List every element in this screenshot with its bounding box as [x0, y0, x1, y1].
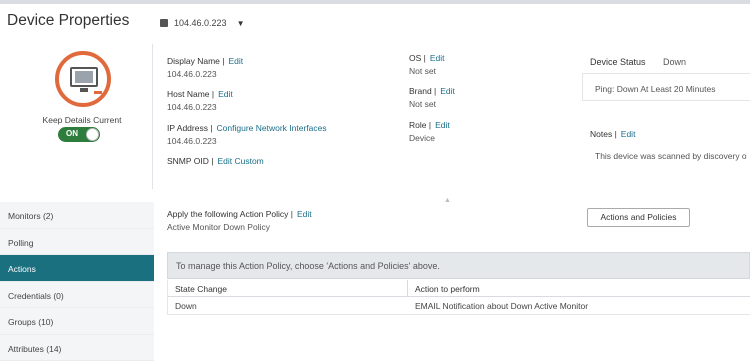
host-name-value: 104.46.0.223 — [167, 102, 217, 112]
brand-edit-link[interactable]: Edit — [440, 86, 455, 96]
device-selector-value: 104.46.0.223 — [174, 18, 227, 28]
display-name-label: Display Name | Edit — [167, 56, 244, 66]
sidebar-item-actions[interactable]: Actions — [0, 255, 154, 282]
column-header-state-change: State Change — [168, 280, 408, 296]
status-message: Ping: Down At Least 20 Minutes — [595, 84, 716, 94]
keep-details-label: Keep Details Current — [42, 115, 122, 125]
down-status-icon — [94, 91, 102, 94]
sidebar-item-monitors[interactable]: Monitors (2) — [0, 202, 154, 229]
sidebar-item-groups[interactable]: Groups (10) — [0, 308, 154, 335]
notes-edit-link[interactable]: Edit — [621, 129, 636, 139]
chevron-down-icon[interactable]: ▼ — [237, 19, 245, 28]
device-selector[interactable]: 104.46.0.223 ▼ — [160, 18, 244, 28]
sidebar-item-polling[interactable]: Polling — [0, 229, 154, 255]
top-bar — [0, 0, 750, 4]
keep-details-toggle[interactable]: ON — [58, 127, 100, 142]
notes-text: This device was scanned by discovery o — [595, 151, 747, 161]
device-icon — [160, 19, 168, 27]
action-policy-label: Apply the following Action Policy | Edit — [167, 209, 312, 219]
role-edit-link[interactable]: Edit — [435, 120, 450, 130]
display-name-value: 104.46.0.223 — [167, 69, 217, 79]
sidebar-item-attributes[interactable]: Attributes (14) — [0, 335, 154, 361]
action-policy-edit-link[interactable]: Edit — [297, 209, 312, 219]
table-row[interactable]: Down EMAIL Notification about Down Activ… — [167, 297, 750, 315]
ip-address-label: IP Address | Configure Network Interfaces — [167, 123, 327, 133]
sidebar-item-credentials[interactable]: Credentials (0) — [0, 282, 154, 308]
display-name-edit-link[interactable]: Edit — [228, 56, 243, 66]
table-cell-action: EMAIL Notification about Down Active Mon… — [415, 301, 589, 311]
table-header: State Change Action to perform — [167, 280, 750, 297]
info-banner: To manage this Action Policy, choose 'Ac… — [167, 252, 750, 279]
actions-and-policies-button[interactable]: Actions and Policies — [587, 208, 690, 227]
ip-address-value: 104.46.0.223 — [167, 136, 217, 146]
os-value: Not set — [409, 66, 436, 76]
host-name-edit-link[interactable]: Edit — [218, 89, 233, 99]
collapse-handle-icon[interactable]: ▲ — [444, 197, 451, 204]
os-edit-link[interactable]: Edit — [430, 53, 445, 63]
brand-value: Not set — [409, 99, 436, 109]
host-name-label: Host Name | Edit — [167, 89, 233, 99]
device-status-label: Device Status — [590, 57, 646, 67]
column-header-action: Action to perform — [415, 284, 480, 294]
configure-network-interfaces-link[interactable]: Configure Network Interfaces — [217, 123, 327, 133]
device-status-value: Down — [663, 57, 687, 67]
toggle-knob — [86, 128, 99, 141]
divider — [152, 44, 153, 189]
snmp-edit-custom-link[interactable]: Edit Custom — [217, 156, 263, 166]
role-value: Device — [409, 133, 435, 143]
actions-table: State Change Action to perform Down EMAI… — [167, 280, 750, 315]
page-title: Device Properties — [7, 12, 130, 29]
action-policy-value: Active Monitor Down Policy — [167, 222, 270, 232]
toggle-label: ON — [66, 129, 78, 138]
table-cell-state: Down — [175, 301, 197, 311]
sidebar: Monitors (2) Polling Actions Credentials… — [0, 202, 154, 361]
device-avatar — [55, 51, 111, 107]
os-label: OS | Edit — [409, 53, 445, 63]
notes-label: Notes | Edit — [590, 129, 636, 139]
snmp-oid-label: SNMP OID | Edit Custom — [167, 156, 264, 166]
role-label: Role | Edit — [409, 120, 450, 130]
brand-label: Brand | Edit — [409, 86, 455, 96]
monitor-icon — [70, 67, 98, 87]
